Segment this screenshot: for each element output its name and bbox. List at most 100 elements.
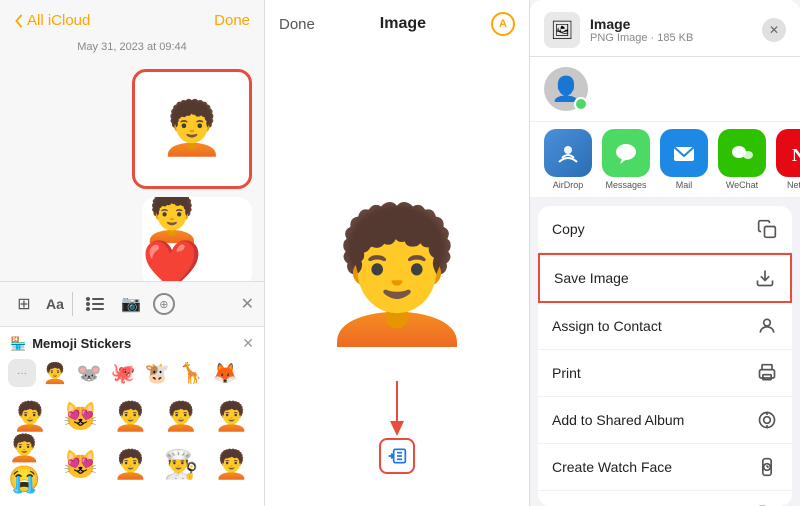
- share-button-area: [379, 438, 415, 474]
- left-header: All iCloud Done: [0, 0, 264, 37]
- action-print[interactable]: Print: [538, 350, 792, 397]
- message-bubble-1: 🧑‍🦱: [12, 69, 252, 189]
- back-label: All iCloud: [27, 12, 90, 29]
- file-name: Image: [590, 16, 752, 32]
- sticker-title: 🏪 Memoji Stickers: [10, 336, 131, 352]
- bullet-icon[interactable]: [81, 290, 109, 318]
- netflix-label: Netfl...: [787, 180, 800, 190]
- sticker-item[interactable]: 🧑‍🦱: [210, 394, 254, 438]
- image-viewer: 🧑‍🦱: [265, 44, 529, 506]
- airdrop-label: AirDrop: [553, 180, 584, 190]
- messages-label: Messages: [605, 180, 646, 190]
- sticker-tab-4[interactable]: 🐮: [142, 358, 172, 388]
- wechat-icon: [718, 129, 766, 177]
- action-copy[interactable]: Copy: [538, 206, 792, 253]
- action-watch-face[interactable]: Create Watch Face: [538, 444, 792, 491]
- sticker-item[interactable]: 🧑‍🦱😭: [8, 442, 52, 486]
- app-icons-row: AirDrop Messages Mail: [530, 122, 800, 198]
- app-icon-mail[interactable]: Mail: [660, 129, 708, 190]
- contact-online-badge: [574, 97, 588, 111]
- panel-right: 🖼 Image PNG Image · 185 KB ✕ 👤 AirDrop: [530, 0, 800, 506]
- mail-icon: [660, 129, 708, 177]
- sticker-tab-6[interactable]: 🦊: [210, 358, 240, 388]
- watch-icon: [756, 456, 778, 478]
- action-save-files[interactable]: Save to Files: [538, 491, 792, 506]
- airdrop-icon: [544, 129, 592, 177]
- action-print-label: Print: [552, 365, 581, 381]
- circle-a-icon[interactable]: A: [491, 12, 515, 36]
- sticker-item[interactable]: 🧑‍🦱: [109, 394, 153, 438]
- message-image-2[interactable]: 🧑‍🦱❤️: [142, 197, 252, 281]
- sticker-close-button[interactable]: ✕: [242, 335, 254, 352]
- action-save-label: Save Image: [554, 270, 629, 286]
- sticker-tabs: ··· 🧑‍🦱 🐭 🐙 🐮 🦒 🦊: [8, 358, 256, 388]
- sticker-emoji-icon: 🏪: [10, 336, 26, 352]
- emoji-sticker-1: 🧑‍🦱: [160, 103, 225, 155]
- share-sheet-header: 🖼 Image PNG Image · 185 KB ✕: [530, 0, 800, 57]
- emoji-sticker-2: 🧑‍🦱❤️: [142, 197, 252, 281]
- toolbar: ⊞ Aa 📷 ⊕ ✕: [0, 281, 264, 326]
- text-icon[interactable]: Aa: [46, 296, 64, 312]
- chat-area: 🧑‍🦱 🧑‍🦱❤️: [0, 61, 264, 281]
- copy-icon: [756, 218, 778, 240]
- file-meta: PNG Image · 185 KB: [590, 32, 752, 44]
- back-button[interactable]: All iCloud: [14, 12, 90, 29]
- sticker-tab-more[interactable]: ···: [8, 359, 36, 387]
- messages-icon: [602, 129, 650, 177]
- action-save-image[interactable]: Save Image: [538, 253, 792, 303]
- panel-middle: Done Image A 🧑‍🦱: [265, 0, 530, 506]
- image-title: Image: [380, 15, 426, 33]
- sticker-tab-2[interactable]: 🐭: [74, 358, 104, 388]
- app-icon-airdrop[interactable]: AirDrop: [544, 129, 592, 190]
- sticker-item[interactable]: 🧑‍🦱: [159, 394, 203, 438]
- netflix-icon: N: [776, 129, 800, 177]
- action-shared-album[interactable]: Add to Shared Album: [538, 397, 792, 444]
- print-icon: [756, 362, 778, 384]
- done-button-left[interactable]: Done: [214, 12, 250, 29]
- contact-row: 👤: [530, 57, 800, 122]
- selected-image[interactable]: 🧑‍🦱: [132, 69, 252, 189]
- timestamp: May 31, 2023 at 09:44: [0, 37, 264, 61]
- close-toolbar-icon[interactable]: ✕: [241, 294, 254, 314]
- mail-label: Mail: [676, 180, 693, 190]
- action-assign-label: Assign to Contact: [552, 318, 662, 334]
- file-icon: 🖼: [544, 12, 580, 48]
- action-watch-label: Create Watch Face: [552, 459, 672, 475]
- message-bubble-2: 🧑‍🦱❤️: [12, 197, 252, 281]
- sticker-item[interactable]: 🧑‍🦱: [210, 442, 254, 486]
- sticker-tab-1[interactable]: 🧑‍🦱: [40, 358, 70, 388]
- circle-icon[interactable]: ⊕: [153, 293, 175, 315]
- action-list: Copy Save Image Assign to Contact: [538, 206, 792, 506]
- sticker-grid: 🧑‍🦱 😻 🧑‍🦱 🧑‍🦱 🧑‍🦱 🧑‍🦱😭 😻 🧑‍🦱 👨‍🍳 🧑‍🦱: [8, 394, 256, 486]
- contact-assign-icon: [756, 315, 778, 337]
- sticker-tab-5[interactable]: 🦒: [176, 358, 206, 388]
- share-button[interactable]: [379, 438, 415, 474]
- sticker-item[interactable]: 🧑‍🦱: [109, 442, 153, 486]
- sticker-panel: 🏪 Memoji Stickers ✕ ··· 🧑‍🦱 🐭 🐙 🐮 🦒 🦊 🧑‍…: [0, 326, 264, 506]
- red-arrow: [377, 381, 417, 441]
- sticker-title-text: Memoji Stickers: [32, 336, 131, 351]
- sticker-tab-3[interactable]: 🐙: [108, 358, 138, 388]
- file-info: Image PNG Image · 185 KB: [590, 16, 752, 44]
- action-assign-contact[interactable]: Assign to Contact: [538, 303, 792, 350]
- panel-left: All iCloud Done May 31, 2023 at 09:44 🧑‍…: [0, 0, 265, 506]
- action-copy-label: Copy: [552, 221, 585, 237]
- wechat-label: WeChat: [726, 180, 758, 190]
- contact-avatar: 👤: [544, 67, 588, 111]
- save-icon: [754, 267, 776, 289]
- app-icon-netflix[interactable]: N Netfl...: [776, 129, 800, 190]
- sticker-item[interactable]: 🧑‍🦱: [8, 394, 52, 438]
- svg-text:N: N: [792, 145, 800, 165]
- done-button-middle[interactable]: Done: [279, 16, 315, 33]
- app-icon-messages[interactable]: Messages: [602, 129, 650, 190]
- sticker-item[interactable]: 😻: [58, 442, 102, 486]
- grid-icon[interactable]: ⊞: [10, 290, 38, 318]
- sheet-close-button[interactable]: ✕: [762, 18, 786, 42]
- sticker-item[interactable]: 😻: [58, 394, 102, 438]
- middle-header: Done Image A: [265, 0, 529, 44]
- sticker-item[interactable]: 👨‍🍳: [159, 442, 203, 486]
- sticker-header: 🏪 Memoji Stickers ✕: [8, 335, 256, 352]
- album-icon: [756, 409, 778, 431]
- app-icon-wechat[interactable]: WeChat: [718, 129, 766, 190]
- camera-icon[interactable]: 📷: [117, 290, 145, 318]
